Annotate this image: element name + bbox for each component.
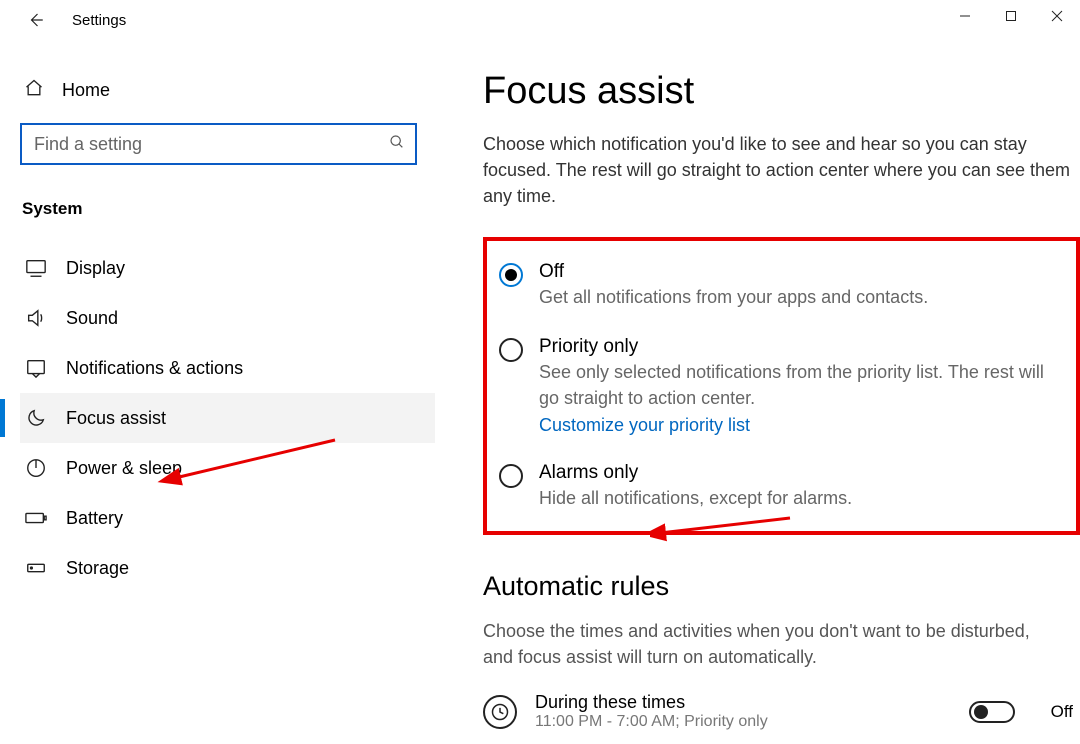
search-input[interactable] <box>34 134 389 155</box>
power-icon <box>24 457 48 479</box>
home-icon <box>24 78 44 103</box>
sidebar-item-sound[interactable]: Sound <box>20 293 435 343</box>
sidebar-item-label: Display <box>66 258 125 279</box>
radio-priority[interactable] <box>499 338 523 362</box>
sidebar-item-label: Notifications & actions <box>66 358 243 379</box>
radio-off-label: Off <box>539 261 1064 283</box>
page-intro: Choose which notification you'd like to … <box>483 131 1078 209</box>
sidebar: Home System Display Sound Notifica <box>0 40 435 744</box>
sidebar-item-label: Battery <box>66 508 123 529</box>
page-title: Focus assist <box>483 70 1080 113</box>
sidebar-item-notifications[interactable]: Notifications & actions <box>20 343 435 393</box>
notifications-icon <box>24 357 48 379</box>
sidebar-category: System <box>22 199 435 219</box>
focus-assist-options-highlight: Off Get all notifications from your apps… <box>483 237 1080 535</box>
radio-option-alarms[interactable]: Alarms only Hide all notifications, exce… <box>495 456 1068 517</box>
sound-icon <box>24 307 48 329</box>
rule-toggle[interactable] <box>969 701 1015 723</box>
window-title: Settings <box>72 12 126 29</box>
radio-alarms[interactable] <box>499 464 523 488</box>
rule-during-times[interactable]: During these times 11:00 PM - 7:00 AM; P… <box>483 692 1073 731</box>
sidebar-item-label: Focus assist <box>66 408 166 429</box>
sidebar-item-battery[interactable]: Battery <box>20 493 435 543</box>
sidebar-home[interactable]: Home <box>20 70 435 123</box>
sidebar-item-display[interactable]: Display <box>20 243 435 293</box>
customize-priority-list-link[interactable]: Customize your priority list <box>539 415 750 436</box>
minimize-button[interactable] <box>942 0 988 32</box>
moon-icon <box>24 407 48 429</box>
radio-alarms-label: Alarms only <box>539 462 1064 484</box>
radio-option-off[interactable]: Off Get all notifications from your apps… <box>495 255 1068 316</box>
sidebar-item-label: Sound <box>66 308 118 329</box>
sidebar-item-focus-assist[interactable]: Focus assist <box>20 393 435 443</box>
storage-icon <box>24 557 48 579</box>
sidebar-home-label: Home <box>62 80 110 101</box>
radio-off[interactable] <box>499 263 523 287</box>
automatic-rules-heading: Automatic rules <box>483 571 1080 602</box>
window-controls <box>942 0 1080 32</box>
rule-subtitle: 11:00 PM - 7:00 AM; Priority only <box>535 713 951 731</box>
back-button[interactable] <box>20 11 52 29</box>
rule-toggle-label: Off <box>1051 702 1073 722</box>
sidebar-item-storage[interactable]: Storage <box>20 543 435 593</box>
display-icon <box>24 257 48 279</box>
radio-off-desc: Get all notifications from your apps and… <box>539 285 1064 310</box>
radio-option-priority[interactable]: Priority only See only selected notifica… <box>495 330 1068 441</box>
titlebar: Settings <box>0 0 1080 40</box>
main-content: Focus assist Choose which notification y… <box>435 40 1080 744</box>
battery-icon <box>24 507 48 529</box>
rule-title: During these times <box>535 692 951 713</box>
radio-priority-desc: See only selected notifications from the… <box>539 360 1064 410</box>
radio-priority-label: Priority only <box>539 336 1064 358</box>
close-button[interactable] <box>1034 0 1080 32</box>
search-icon <box>389 134 405 155</box>
sidebar-item-power-sleep[interactable]: Power & sleep <box>20 443 435 493</box>
automatic-rules-desc: Choose the times and activities when you… <box>483 618 1043 670</box>
clock-icon <box>483 695 517 729</box>
sidebar-item-label: Power & sleep <box>66 458 182 479</box>
maximize-button[interactable] <box>988 0 1034 32</box>
search-box[interactable] <box>20 123 417 165</box>
radio-alarms-desc: Hide all notifications, except for alarm… <box>539 486 1064 511</box>
sidebar-item-label: Storage <box>66 558 129 579</box>
